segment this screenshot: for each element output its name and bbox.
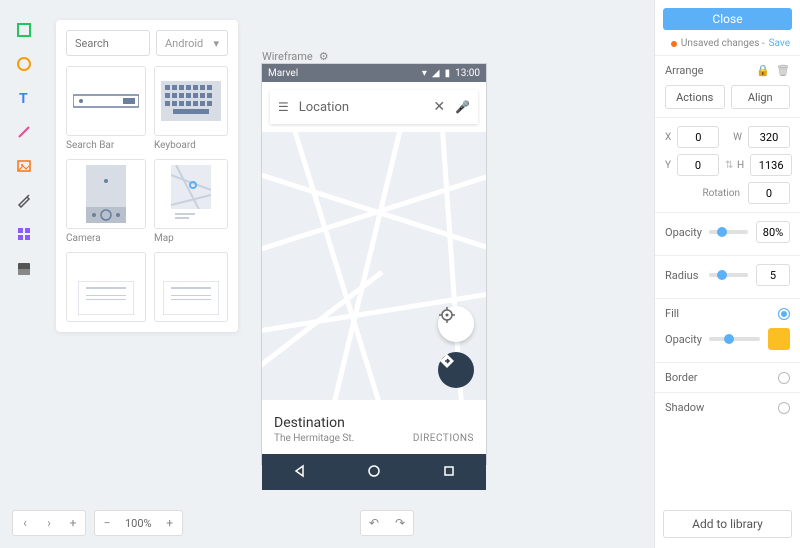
- fill-toggle[interactable]: [778, 308, 790, 320]
- opacity-input[interactable]: [756, 221, 790, 243]
- border-label: Border: [665, 371, 698, 384]
- tool-square[interactable]: [14, 20, 34, 40]
- platform-select[interactable]: Android ▾: [156, 30, 228, 56]
- h-input[interactable]: [750, 154, 792, 176]
- fill-opacity-slider[interactable]: [709, 337, 760, 341]
- zoom-out-button[interactable]: −: [95, 516, 119, 530]
- component-label: Map: [154, 233, 228, 244]
- add-page-button[interactable]: +: [61, 516, 85, 530]
- search-input[interactable]: [66, 30, 150, 56]
- destination-title: Destination: [274, 415, 354, 431]
- android-nav-bar: [262, 454, 486, 490]
- rotation-label: Rotation: [702, 188, 740, 199]
- tool-line[interactable]: [14, 122, 34, 142]
- statusbar-time: 13:00: [455, 68, 480, 79]
- unsaved-dot-icon: [671, 41, 677, 47]
- radius-input[interactable]: [756, 264, 790, 286]
- undo-button[interactable]: ↶: [361, 516, 387, 530]
- components-panel: Android ▾ Search Bar Keyboard Camera Map: [56, 20, 238, 332]
- destination-card[interactable]: Destination The Hermitage St. DIRECTIONS: [262, 400, 486, 454]
- border-toggle[interactable]: [778, 372, 790, 384]
- actions-button[interactable]: Actions: [665, 85, 725, 109]
- align-button[interactable]: Align: [731, 85, 791, 109]
- lock-icon[interactable]: 🔒: [756, 64, 770, 77]
- map-view[interactable]: [262, 132, 486, 400]
- component-keyboard[interactable]: Keyboard: [154, 66, 228, 151]
- menu-icon[interactable]: ☰: [278, 100, 289, 114]
- gear-icon[interactable]: ⚙: [319, 50, 329, 63]
- component-label: Search Bar: [66, 140, 146, 151]
- wifi-icon: ◢: [432, 68, 440, 79]
- link-icon[interactable]: ⇅: [725, 160, 731, 171]
- fill-opacity-label: Opacity: [665, 333, 701, 346]
- component-label: Camera: [66, 233, 146, 244]
- directions-link[interactable]: DIRECTIONS: [413, 433, 474, 444]
- status-bar: Marvel ▾ ◢ ▮ 13:00: [262, 64, 486, 82]
- x-input[interactable]: [677, 126, 719, 148]
- tool-screen[interactable]: [14, 258, 34, 278]
- destination-subtitle: The Hermitage St.: [274, 433, 354, 444]
- map-search-bar[interactable]: ☰ Location ✕ 🎤: [270, 90, 478, 124]
- shadow-label: Shadow: [665, 401, 704, 414]
- add-to-library-button[interactable]: Add to library: [663, 510, 792, 538]
- shadow-toggle[interactable]: [778, 402, 790, 414]
- tool-circle[interactable]: [14, 54, 34, 74]
- fill-label: Fill: [665, 307, 679, 320]
- fill-color-swatch[interactable]: [768, 328, 790, 350]
- component-label: Keyboard: [154, 140, 228, 151]
- properties-panel: Close Unsaved changes - Save Arrange 🔒 🗑…: [654, 0, 800, 548]
- tool-pen[interactable]: [14, 190, 34, 210]
- wireframe-screen[interactable]: Marvel ▾ ◢ ▮ 13:00 ☰ Location ✕ 🎤 Destin…: [262, 64, 486, 464]
- y-input[interactable]: [677, 154, 719, 176]
- component-camera[interactable]: Camera: [66, 159, 146, 244]
- trash-icon[interactable]: 🗑: [776, 64, 790, 77]
- home-icon[interactable]: [367, 464, 381, 481]
- rotation-input[interactable]: [748, 182, 790, 204]
- component-generic-2[interactable]: [154, 252, 228, 322]
- radius-label: Radius: [665, 269, 701, 282]
- battery-icon: ▮: [445, 68, 451, 79]
- next-page-button[interactable]: ›: [37, 516, 61, 530]
- mic-icon[interactable]: 🎤: [455, 100, 470, 114]
- statusbar-title: Marvel: [268, 68, 298, 79]
- zoom-controls: − 100% +: [94, 510, 183, 536]
- redo-button[interactable]: ↷: [387, 516, 413, 530]
- signal-icon: ▾: [422, 68, 427, 79]
- page-nav: ‹ › +: [12, 510, 86, 536]
- locate-button[interactable]: [438, 306, 474, 342]
- svg-text:T: T: [19, 91, 28, 106]
- tool-grid[interactable]: [14, 224, 34, 244]
- recent-icon[interactable]: [442, 464, 456, 481]
- zoom-level[interactable]: 100%: [119, 517, 158, 530]
- tool-image[interactable]: [14, 156, 34, 176]
- radius-slider[interactable]: [709, 273, 748, 277]
- tool-text[interactable]: T: [14, 88, 34, 108]
- directions-button[interactable]: [438, 352, 474, 388]
- unsaved-indicator: Unsaved changes - Save: [655, 38, 800, 55]
- component-map[interactable]: Map: [154, 159, 228, 244]
- chevron-down-icon: ▾: [213, 37, 219, 50]
- close-button[interactable]: Close: [663, 8, 792, 30]
- w-input[interactable]: [748, 126, 790, 148]
- component-search-bar[interactable]: Search Bar: [66, 66, 146, 151]
- canvas-title: Wireframe ⚙: [262, 50, 329, 63]
- component-generic-1[interactable]: [66, 252, 146, 322]
- search-placeholder: Location: [299, 100, 424, 115]
- arrange-label: Arrange: [665, 64, 703, 77]
- opacity-slider[interactable]: [709, 230, 748, 234]
- zoom-in-button[interactable]: +: [158, 516, 182, 530]
- history-controls: ↶ ↷: [360, 510, 414, 536]
- prev-page-button[interactable]: ‹: [13, 516, 37, 530]
- platform-label: Android: [165, 37, 203, 50]
- back-icon[interactable]: [292, 464, 306, 481]
- opacity-label: Opacity: [665, 226, 701, 239]
- close-icon[interactable]: ✕: [433, 99, 445, 115]
- save-link[interactable]: Save: [769, 38, 790, 49]
